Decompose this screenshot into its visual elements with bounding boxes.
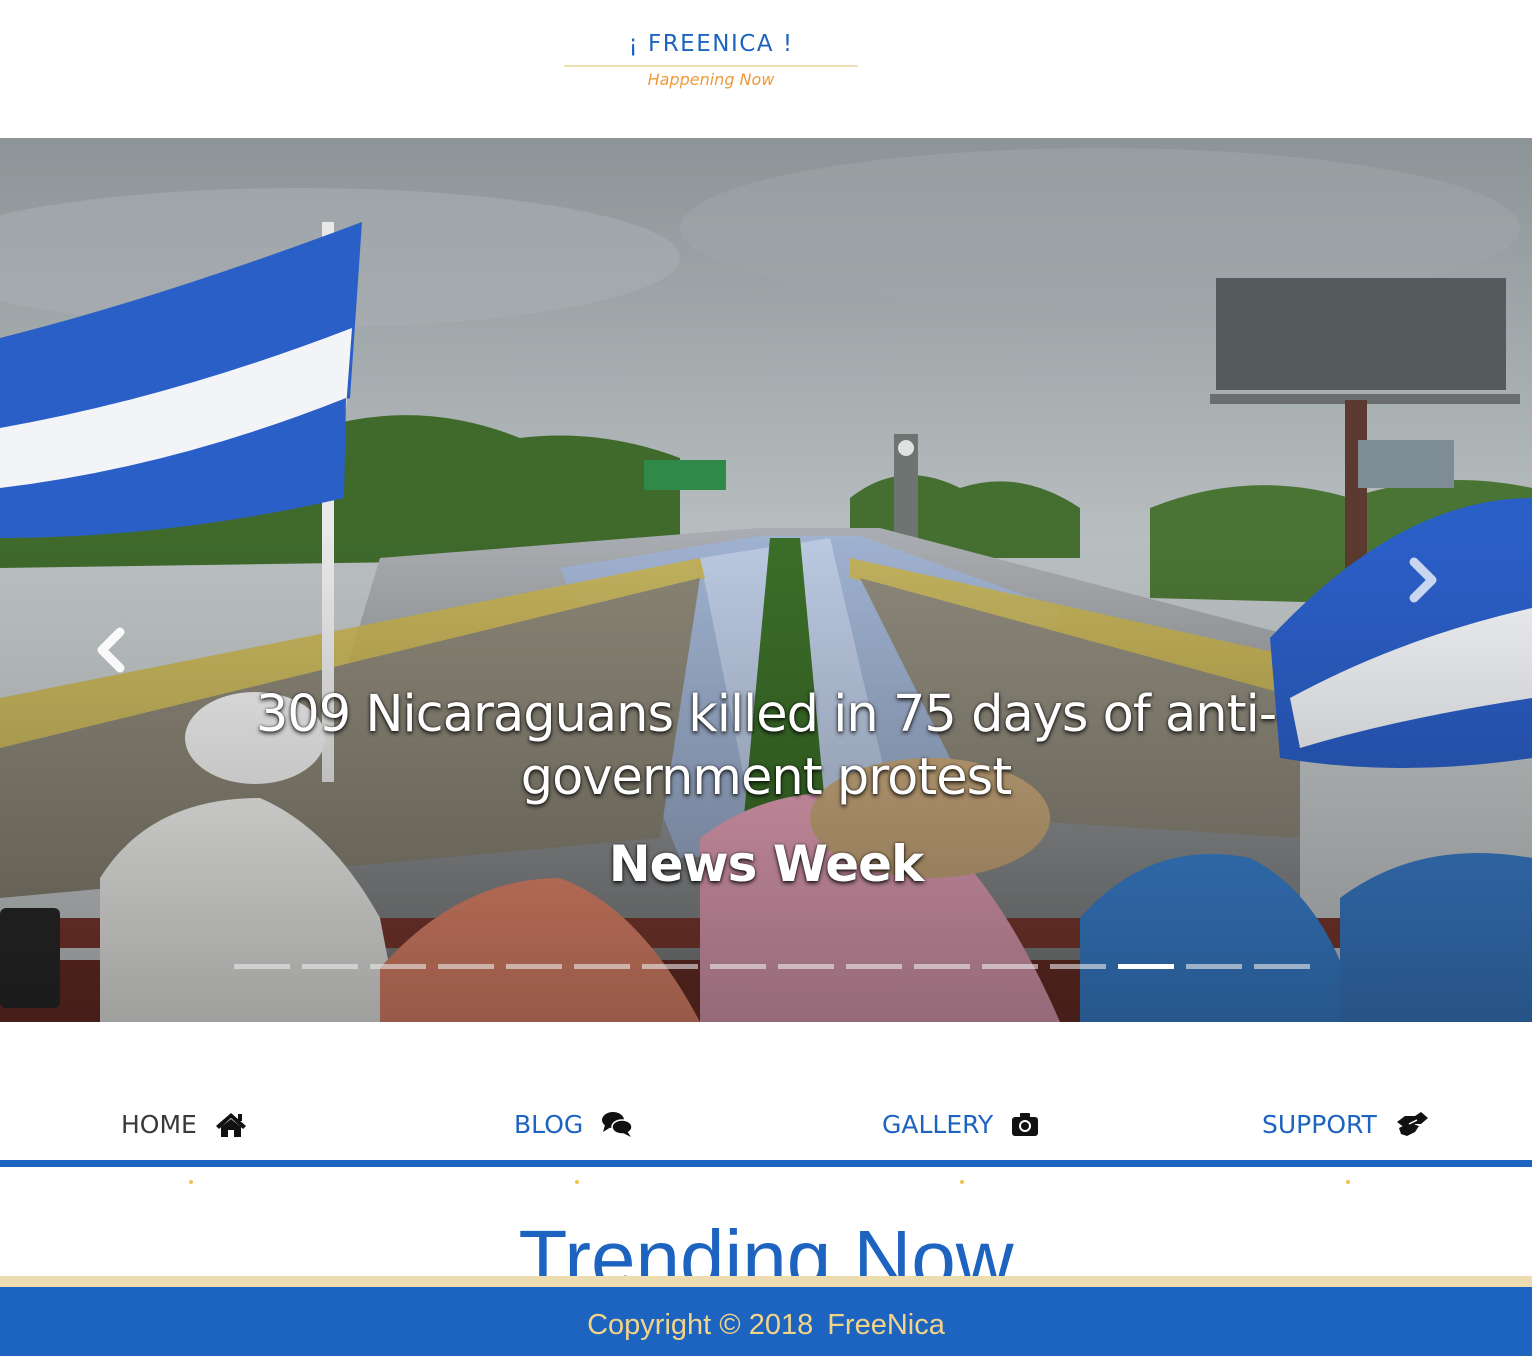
nav-underline-bar xyxy=(0,1160,1532,1167)
carousel-indicator[interactable] xyxy=(438,964,494,969)
carousel-indicator[interactable] xyxy=(302,964,358,969)
carousel-indicator[interactable] xyxy=(1186,964,1242,969)
carousel-indicator[interactable] xyxy=(506,964,562,969)
logo-divider xyxy=(564,65,858,67)
nav-label-blog: BLOG xyxy=(514,1109,584,1139)
site-logo[interactable]: ¡ FREENICA ! Happening Now xyxy=(564,28,858,91)
logo-tagline: Happening Now xyxy=(647,70,775,89)
copyright-text: Copyright © 2018 xyxy=(587,1309,814,1341)
slide-source: News Week xyxy=(608,835,925,893)
slide-headline[interactable]: 309 Nicaraguans killed in 75 days of ant… xyxy=(216,683,1316,809)
carousel-caption: 309 Nicaraguans killed in 75 days of ant… xyxy=(216,683,1316,894)
site-footer: Copyright © 2018 FreeNica xyxy=(0,1287,1532,1356)
carousel-indicator[interactable] xyxy=(370,964,426,969)
carousel-indicator[interactable] xyxy=(1254,964,1310,969)
carousel-indicator[interactable] xyxy=(710,964,766,969)
news-carousel: 309 Nicaraguans killed in 75 days of ant… xyxy=(0,138,1532,1022)
camera-icon xyxy=(1011,1111,1039,1137)
site-header: ¡ FREENICA ! Happening Now xyxy=(0,0,1532,138)
section-heading: Trending Now xyxy=(518,1214,1014,1278)
nav-support-link[interactable]: SUPPORT xyxy=(1262,1106,1429,1142)
nav-home-link[interactable]: HOME xyxy=(121,1106,247,1142)
chevron-right-icon xyxy=(1409,557,1437,603)
carousel-indicator[interactable] xyxy=(914,964,970,969)
nav-dot xyxy=(189,1180,193,1184)
carousel-indicator[interactable] xyxy=(574,964,630,969)
carousel-indicator[interactable] xyxy=(982,964,1038,969)
nav-dot xyxy=(1346,1180,1350,1184)
carousel-next-button[interactable] xyxy=(1392,550,1452,610)
carousel-indicator[interactable] xyxy=(1118,964,1174,969)
handshake-icon xyxy=(1395,1110,1429,1138)
nav-label-support: SUPPORT xyxy=(1262,1109,1377,1139)
nav-gallery-link[interactable]: GALLERY xyxy=(882,1106,1039,1142)
carousel-prev-button[interactable] xyxy=(82,620,142,680)
home-icon xyxy=(215,1110,247,1138)
carousel-indicator[interactable] xyxy=(846,964,902,969)
nav-blog-link[interactable]: BLOG xyxy=(514,1106,633,1142)
carousel-indicator[interactable] xyxy=(778,964,834,969)
carousel-indicator[interactable] xyxy=(234,964,290,969)
chevron-left-icon xyxy=(97,627,125,673)
footer-brand: FreeNica xyxy=(827,1309,945,1341)
logo-title: ¡ FREENICA ! xyxy=(628,31,794,57)
nav-dot xyxy=(960,1180,964,1184)
nav-dot xyxy=(575,1180,579,1184)
trending-section: Trending Now xyxy=(0,1200,1532,1278)
carousel-indicators xyxy=(234,964,1310,970)
footer-divider xyxy=(0,1276,1532,1287)
carousel-indicator[interactable] xyxy=(1050,964,1106,969)
comments-icon xyxy=(601,1110,633,1138)
nav-label-home: HOME xyxy=(121,1109,197,1139)
nav-label-gallery: GALLERY xyxy=(882,1109,994,1139)
carousel-indicator[interactable] xyxy=(642,964,698,969)
